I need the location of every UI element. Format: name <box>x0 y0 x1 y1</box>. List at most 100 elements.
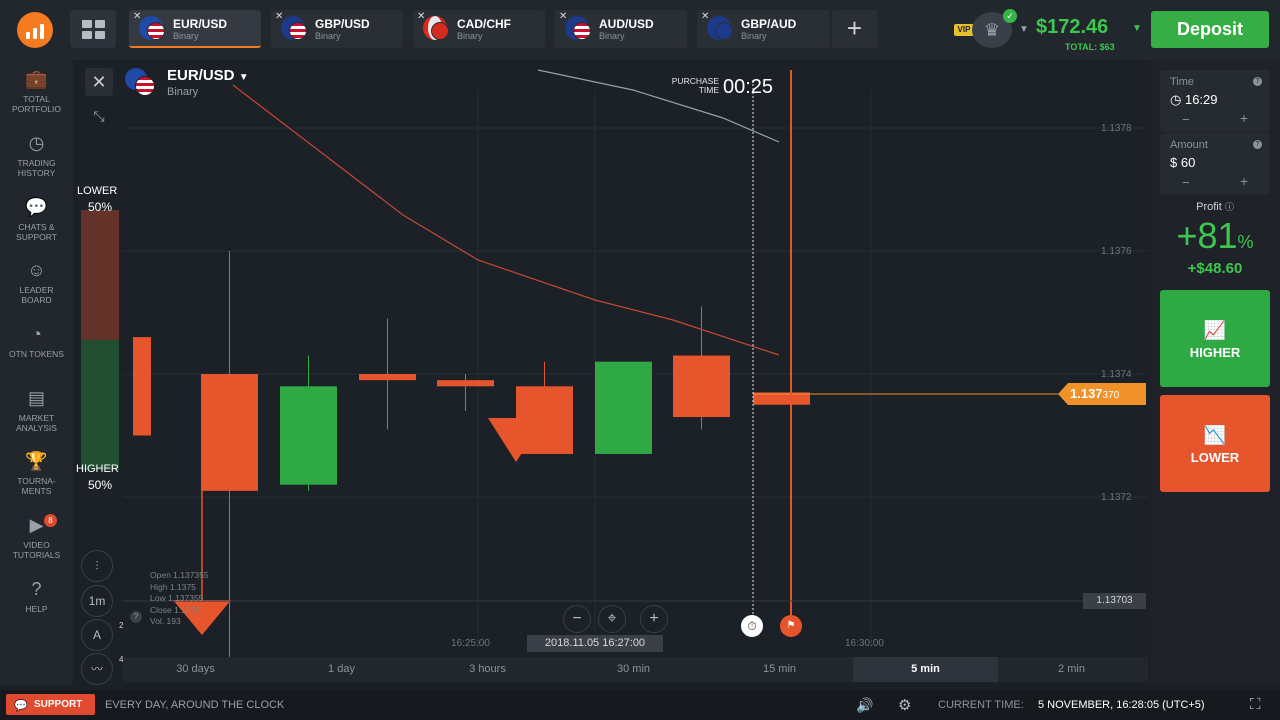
ohlc-readout: Open 1.137355 High 1.1375 Low 1.137355 C… <box>150 570 209 626</box>
sidebar-item-label: TRADING HISTORY <box>17 158 56 178</box>
grid-menu-icon[interactable] <box>70 10 116 48</box>
time-value[interactable]: ◷ 16:29 <box>1170 92 1218 108</box>
us-flag-icon <box>147 22 165 40</box>
sidebar-item-label: LEADER BOARD <box>19 285 54 305</box>
close-chart-button[interactable]: ✕ <box>85 68 113 96</box>
candle-body <box>359 374 416 381</box>
zoom-in-button[interactable]: + <box>640 605 668 633</box>
sidebar-item-chats-support[interactable]: 💬 CHATS & SUPPORT <box>0 196 73 242</box>
gear-icon[interactable]: ⚙ <box>898 696 911 714</box>
zoom-out-button[interactable]: − <box>563 605 591 633</box>
asset-tab-gbp-aud[interactable]: ✕ GBP/AUD Binary <box>697 10 829 48</box>
period-30-days[interactable]: 30 days <box>123 657 268 682</box>
time-decrease-button[interactable]: − <box>1182 112 1190 127</box>
notification-badge: 8 <box>44 514 57 527</box>
tab-type: Binary <box>741 31 767 41</box>
deposit-button[interactable]: Deposit <box>1151 11 1269 48</box>
asset-tab-eur-usd[interactable]: ✕ EUR/USD Binary <box>129 10 261 48</box>
account-balance[interactable]: $172.46 <box>1036 16 1108 39</box>
amount-input[interactable]: $ 60 <box>1170 155 1195 170</box>
sidebar-item-label: TOURNA-MENTS <box>17 476 56 496</box>
token-icon: ◔ <box>31 324 42 344</box>
chevron-down-icon[interactable]: ▼ <box>1019 24 1029 35</box>
app-logo[interactable] <box>17 12 53 48</box>
chart-area[interactable]: ✕ ⤡ EUR/USD ▼ Binary PURCHASE TIME 00:25 … <box>73 60 1150 685</box>
clock-icon: ◷ <box>1170 92 1182 107</box>
candle-body <box>201 374 258 491</box>
current-time-value: 5 NOVEMBER, 16:28:05 (UTC+5) <box>1038 699 1205 711</box>
amount-decrease-button[interactable]: − <box>1182 175 1190 190</box>
higher-button[interactable]: 📈 HIGHER <box>1160 290 1270 387</box>
sidebar-item-total-portfolio[interactable]: 💼 TOTAL PORTFOLIO <box>0 68 73 114</box>
help-icon[interactable]: ? <box>130 611 142 623</box>
asset-tab-gbp-usd[interactable]: ✕ GBP/USD Binary <box>271 10 403 48</box>
crosshair-center-icon[interactable]: ⌖ <box>598 605 626 633</box>
tab-type: Binary <box>457 31 483 41</box>
bottom-bar: SUPPORT 💬 EVERY DAY, AROUND THE CLOCK 🔊 … <box>0 690 1280 720</box>
tool-count-badge: 2 <box>119 621 124 630</box>
price-chart[interactable] <box>73 60 1150 685</box>
drawing-tools-icon[interactable]: A <box>81 619 113 651</box>
chevron-down-icon: ▼ <box>238 72 249 83</box>
sidebar-item-label: VIDEO TUTORIALS <box>12 540 61 560</box>
price-axis-label: 1.1378 <box>1101 123 1132 134</box>
sidebar-item-leader-board[interactable]: ☺ LEADER BOARD <box>0 259 73 305</box>
top-bar: ✕ EUR/USD Binary ✕ GBP/USD Binary ✕ CAD/… <box>0 0 1280 60</box>
time-increase-button[interactable]: + <box>1240 110 1248 126</box>
trophy-icon: 🏆 <box>25 451 48 471</box>
candle-body <box>437 380 494 387</box>
amount-label: Amount <box>1170 139 1208 151</box>
trade-panel: Time ? ◷ 16:29 − + Amount ? $ 60 − + Pro… <box>1150 60 1280 685</box>
sidebar-item-video-tutorials[interactable]: ▶ VIDEO TUTORIALS <box>0 514 73 560</box>
volume-icon[interactable]: 🔊 <box>856 697 873 714</box>
sentiment-lower-label: LOWER <box>77 185 118 197</box>
asset-tab-cad-chf[interactable]: ✕ CAD/CHF Binary <box>413 10 545 48</box>
period-15-min[interactable]: 15 min <box>707 657 852 682</box>
sidebar-item-otn-tokens[interactable]: ◔ OTN TOKENS <box>0 323 73 359</box>
sidebar-item-market-analysis[interactable]: ▤ MARKET ANALYSIS <box>0 387 73 433</box>
period-5-min[interactable]: 5 min <box>853 657 998 682</box>
chart-type-icon[interactable]: ⫶ <box>81 550 113 582</box>
asset-selector[interactable]: EUR/USD ▼ <box>167 67 249 84</box>
sidebar-item-label: OTN TOKENS <box>9 349 64 359</box>
period-3-hours[interactable]: 3 hours <box>415 657 560 682</box>
fullscreen-icon[interactable]: ⛶ <box>1250 696 1261 713</box>
period-2-min[interactable]: 2 min <box>999 657 1144 682</box>
help-icon: ? <box>31 579 42 599</box>
purchase-time-label: PURCHASE TIME <box>671 76 719 95</box>
candle-body <box>280 386 337 485</box>
lower-button[interactable]: 📉 LOWER <box>1160 395 1270 492</box>
crosshair-price-tag: 1.13703 <box>1083 593 1146 609</box>
period-1-day[interactable]: 1 day <box>269 657 414 682</box>
lower-label: LOWER <box>1190 450 1240 465</box>
account-total: TOTAL: $63 <box>1065 42 1115 52</box>
collapse-icon[interactable]: ⤡ <box>85 102 113 130</box>
swiss-flag-icon <box>431 22 449 40</box>
tab-type: Binary <box>599 31 625 41</box>
analysis-icon: ▤ <box>27 388 45 408</box>
timeframe-button[interactable]: 1m <box>81 585 113 617</box>
tab-name: EUR/USD <box>173 17 228 31</box>
briefcase-icon: 💼 <box>25 69 48 89</box>
indicators-icon[interactable]: 〰 <box>81 653 113 685</box>
amount-selector[interactable]: Amount ? $ 60 − + <box>1160 133 1270 195</box>
chevron-down-icon[interactable]: ▼ <box>1132 23 1142 34</box>
time-selector[interactable]: Time ? ◷ 16:29 − + <box>1160 70 1270 132</box>
profit-amount: +$48.60 <box>1187 260 1243 277</box>
asset-name: EUR/USD <box>167 67 235 84</box>
crosshair-date-label: 2018.11.05 16:27:00 <box>527 635 663 652</box>
time-label: Time <box>1170 76 1195 88</box>
candle-body <box>133 337 151 436</box>
profit-label: Profit ⓘ <box>1196 201 1234 213</box>
sidebar-item-tournaments[interactable]: 🏆 TOURNA-MENTS <box>0 450 73 496</box>
sidebar-item-help[interactable]: ? HELP <box>0 578 73 614</box>
add-tab-button[interactable]: + <box>832 10 877 48</box>
help-icon[interactable]: ? <box>1253 77 1262 86</box>
moving-average-line <box>232 84 780 356</box>
amount-increase-button[interactable]: + <box>1240 173 1248 189</box>
sidebar-item-trading-history[interactable]: ◷ TRADING HISTORY <box>0 132 73 178</box>
help-icon[interactable]: ? <box>1253 140 1262 149</box>
period-30-min[interactable]: 30 min <box>561 657 706 682</box>
asset-tab-aud-usd[interactable]: ✕ AUD/USD Binary <box>555 10 687 48</box>
sidebar-item-label: CHATS & SUPPORT <box>16 222 57 242</box>
